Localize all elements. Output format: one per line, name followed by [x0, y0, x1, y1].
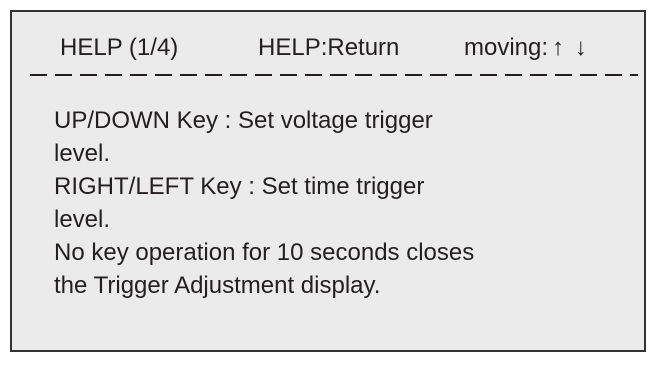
help-body: UP/DOWN Key : Set voltage trigger level.… [54, 104, 624, 302]
help-line: level. [54, 140, 111, 167]
help-line: level. [54, 206, 111, 233]
moving-label: moving: [464, 34, 549, 61]
help-screen: HELP (1/4) HELP:Return moving: ↑ ↓ UP/DOW… [10, 10, 646, 352]
help-line: RIGHT/LEFT Key : Set time trigger [54, 173, 425, 200]
help-header: HELP (1/4) HELP:Return moving: ↑ ↓ [12, 30, 644, 66]
help-line: the Trigger Adjustment display. [54, 272, 381, 299]
moving-hint: moving: ↑ ↓ [464, 30, 587, 66]
help-return-hint: HELP:Return [258, 34, 400, 61]
help-page-title: HELP (1/4) [60, 34, 179, 61]
down-arrow-icon: ↓ [574, 34, 587, 61]
header-separator [30, 74, 638, 76]
help-line: UP/DOWN Key : Set voltage trigger [54, 107, 433, 134]
help-line: No key operation for 10 seconds closes [54, 239, 475, 266]
up-arrow-icon: ↑ [552, 34, 565, 61]
